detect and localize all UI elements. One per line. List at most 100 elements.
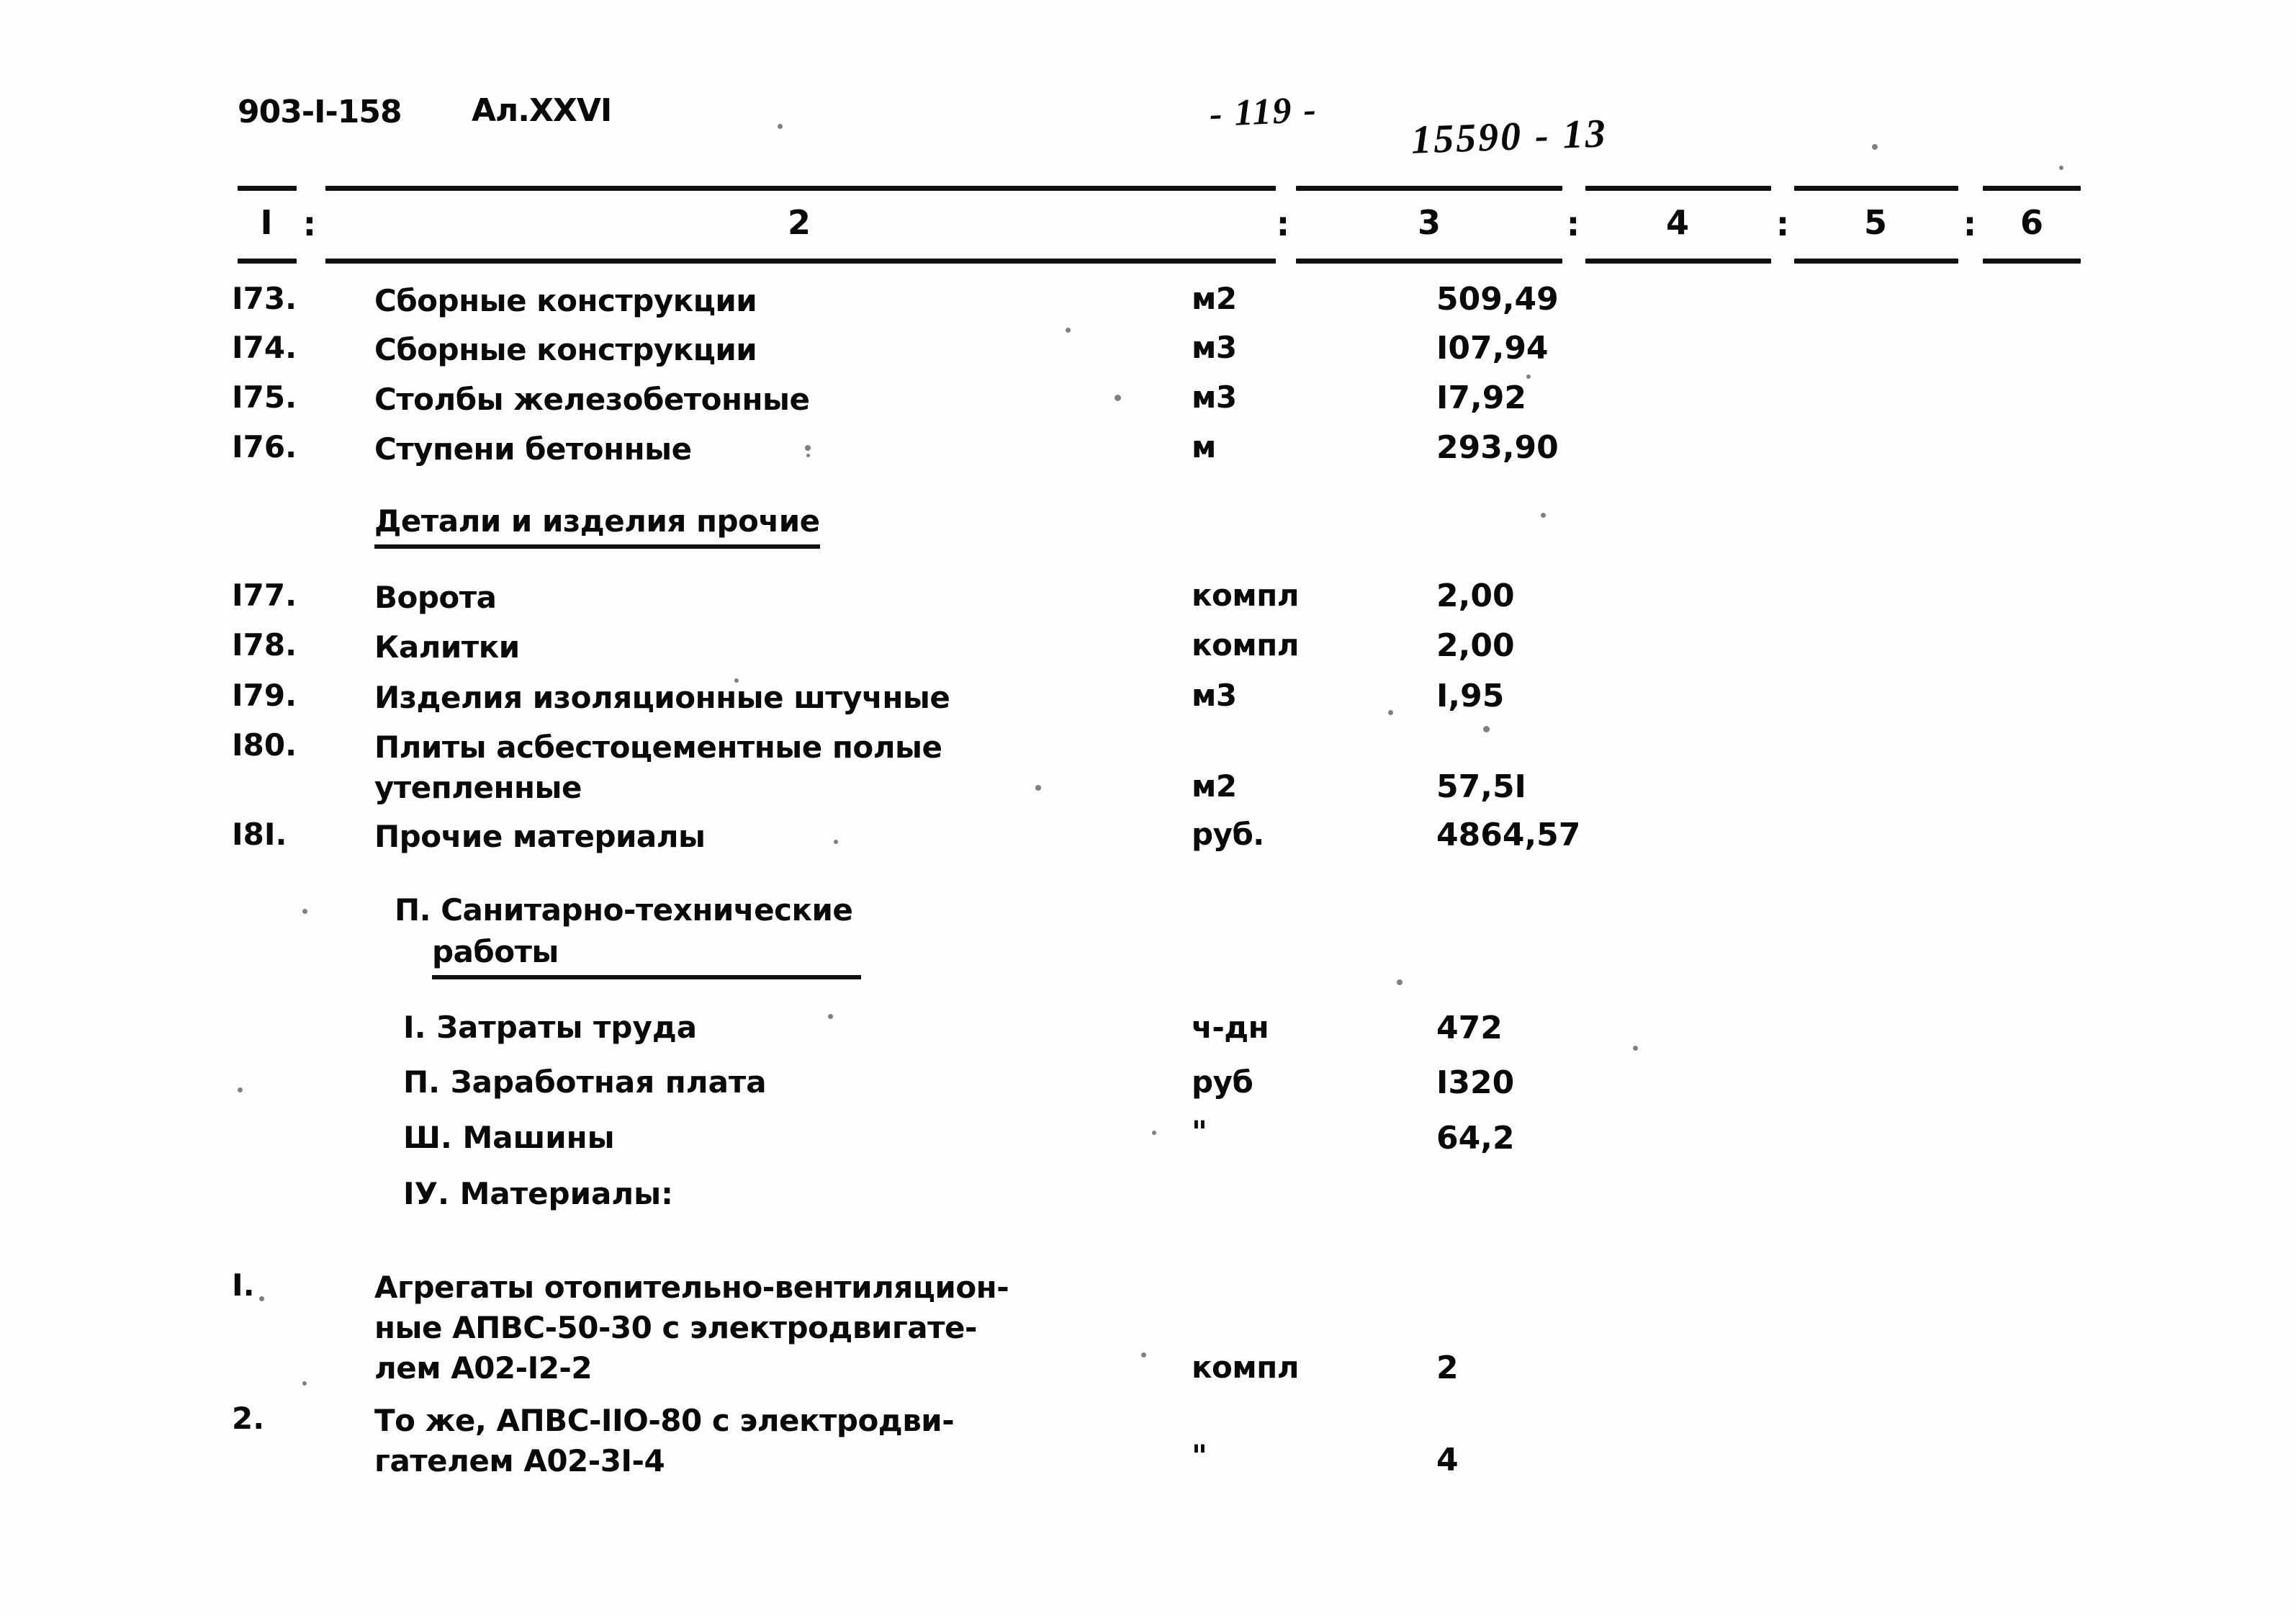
row-unit: м2	[1192, 281, 1237, 316]
scan-speckle	[805, 445, 811, 451]
material-number: I.	[232, 1267, 255, 1303]
column-header-5: 5	[1863, 203, 1888, 242]
sanitary-item-label: IУ. Материалы:	[403, 1176, 673, 1211]
section-heading-line1: П. Санитарно-технические	[395, 892, 853, 928]
row-number: I79.	[232, 678, 297, 713]
rule-segment	[325, 259, 1276, 264]
rule-segment	[238, 259, 297, 264]
column-header-6: 6	[2020, 203, 2044, 242]
row-unit: руб.	[1192, 817, 1264, 852]
sanitary-item-label: Ш. Машины	[403, 1120, 615, 1155]
row-number: I76.	[232, 429, 297, 464]
row-name: Плиты асбестоцементные полые утепленные	[374, 730, 942, 805]
document-page: 903-I-158 Ал.XXVI - 119 - 15590 - 13 I :…	[0, 0, 2296, 1616]
material-unit: компл	[1192, 1350, 1299, 1385]
rule-segment	[1794, 259, 1958, 264]
material-name: Агрегаты отопительно-вентиляцион- ные АП…	[374, 1270, 1009, 1386]
row-name: Сборные конструкции	[374, 283, 757, 318]
column-header-3: 3	[1417, 203, 1441, 242]
row-number: I78.	[232, 627, 297, 663]
row-quantity: 509,49	[1436, 281, 1559, 318]
rule-segment	[238, 186, 297, 191]
scan-speckle	[238, 1087, 243, 1092]
scan-speckle	[1483, 726, 1490, 732]
scan-speckle	[1388, 710, 1393, 715]
row-name: Ворота	[374, 580, 497, 615]
scan-speckle	[259, 1296, 264, 1301]
column-header-4: 4	[1665, 203, 1690, 242]
row-unit: м3	[1192, 678, 1237, 713]
album-label: Ал.XXVI	[472, 92, 612, 129]
scan-speckle	[834, 840, 838, 844]
scan-speckle	[1035, 785, 1041, 791]
row-quantity: 57,5I	[1436, 768, 1526, 805]
row-quantity: 2,00	[1436, 578, 1515, 614]
row-number: I80.	[232, 727, 297, 763]
column-header-1: I	[260, 203, 273, 242]
scan-speckle	[302, 909, 307, 914]
sanitary-item-label: П. Заработная плата	[403, 1064, 767, 1100]
sanitary-item-quantity: 472	[1436, 1010, 1503, 1046]
column-header-2: 2	[787, 203, 811, 242]
scan-speckle	[1397, 979, 1403, 985]
scan-speckle	[1541, 513, 1546, 518]
scan-speckle	[1115, 395, 1121, 401]
scan-speckle	[302, 1381, 307, 1386]
sanitary-item-quantity: 64,2	[1436, 1120, 1515, 1157]
row-name: Изделия изоляционные штучные	[374, 680, 950, 715]
scan-speckle	[806, 454, 810, 457]
material-quantity: 4	[1436, 1442, 1459, 1478]
scan-speckle	[1066, 328, 1071, 333]
row-name: Столбы железобетонные	[374, 382, 810, 417]
row-quantity: I7,92	[1436, 380, 1526, 416]
row-number: I75.	[232, 380, 297, 415]
rule-segment	[1585, 186, 1771, 191]
row-number: I77.	[232, 578, 297, 613]
column-separator: :	[302, 205, 317, 243]
row-quantity: I,95	[1436, 678, 1505, 714]
row-name: Калитки	[374, 629, 520, 665]
column-separator: :	[1775, 205, 1790, 243]
scan-speckle	[1633, 1046, 1638, 1051]
rule-segment	[1585, 259, 1771, 264]
material-unit: "	[1192, 1438, 1207, 1473]
material-quantity: 2	[1436, 1350, 1459, 1386]
document-code: 903-I-158	[238, 94, 402, 130]
sanitary-item-unit: руб	[1192, 1064, 1253, 1100]
row-quantity: 4864,57	[1436, 817, 1581, 853]
scan-speckle	[1141, 1352, 1146, 1357]
row-number: I73.	[232, 281, 297, 316]
rule-segment	[1983, 186, 2081, 191]
rule-segment	[1296, 186, 1562, 191]
sanitary-item-label: I. Затраты труда	[403, 1010, 698, 1045]
column-separator: :	[1963, 205, 1977, 243]
scan-speckle	[2059, 166, 2063, 170]
section-heading-line2-wrapper: работы	[432, 931, 861, 979]
row-unit: компл	[1192, 627, 1299, 663]
page-number: - 119 -	[1208, 89, 1318, 135]
scan-speckle	[828, 1014, 833, 1019]
row-unit: м2	[1192, 768, 1237, 804]
scan-speckle	[1526, 374, 1531, 379]
row-name: Сборные конструкции	[374, 332, 757, 367]
sanitary-item-unit: "	[1192, 1114, 1207, 1149]
row-quantity: 2,00	[1436, 627, 1515, 664]
rule-segment	[1794, 186, 1958, 191]
sanitary-item-unit: ч-дн	[1192, 1010, 1269, 1045]
row-unit: м3	[1192, 380, 1237, 415]
material-name: То же, АПВС-IIО-80 с электродви- гателем…	[374, 1403, 955, 1478]
rule-segment	[325, 186, 1276, 191]
column-separator: :	[1276, 205, 1290, 243]
archive-stamp: 15590 - 13	[1410, 111, 1608, 163]
row-name: Ступени бетонные	[374, 431, 692, 467]
sanitary-item-quantity: I320	[1436, 1064, 1515, 1101]
rule-segment	[1983, 259, 2081, 264]
material-number: 2.	[232, 1401, 265, 1436]
row-quantity: 293,90	[1436, 429, 1559, 466]
column-separator: :	[1566, 205, 1580, 243]
row-number: I74.	[232, 330, 297, 365]
row-name: Прочие материалы	[374, 819, 706, 854]
document-header: 903-I-158 Ал.XXVI - 119 - 15590 - 13	[238, 86, 2182, 163]
section-heading-text: Детали и изделия прочие	[374, 500, 820, 549]
row-quantity: I07,94	[1436, 330, 1549, 367]
